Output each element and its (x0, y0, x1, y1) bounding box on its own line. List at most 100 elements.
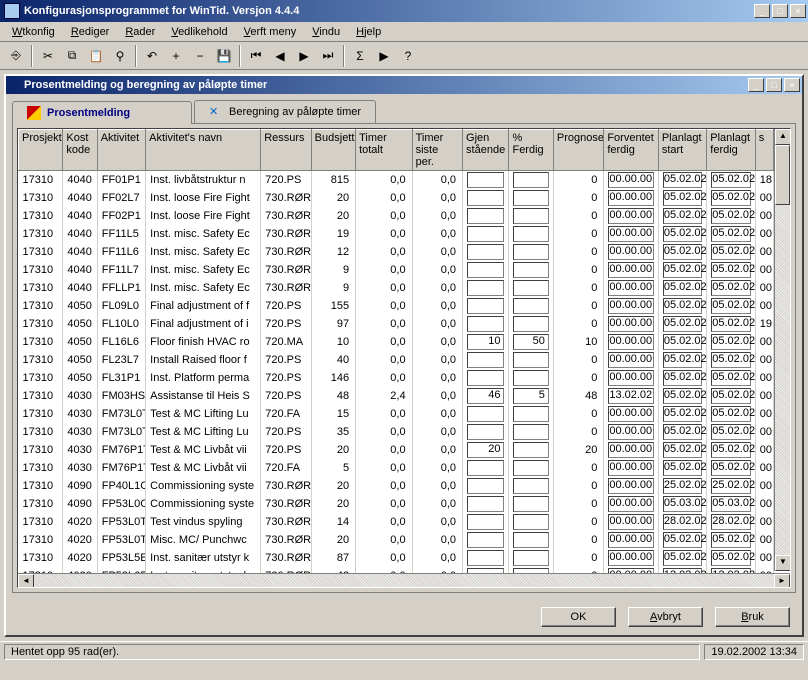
cell-pferdig[interactable]: 05.02.02 (707, 225, 755, 243)
cell-pstart[interactable]: 05.02.02 (658, 405, 706, 423)
cell-pstart[interactable]: 05.02.02 (658, 387, 706, 405)
cell-pf[interactable] (509, 549, 553, 567)
menu-vindu[interactable]: Vindu (304, 24, 348, 40)
cell-pstart[interactable]: 05.02.02 (658, 261, 706, 279)
cell-forv[interactable]: 00.00.00 (604, 351, 659, 369)
copy-button[interactable]: ⧉ (61, 45, 83, 67)
cell-forv[interactable]: 00.00.00 (604, 207, 659, 225)
table-row[interactable]: 173104040FF02P1Inst. loose Fire Fight730… (19, 207, 774, 225)
cell-pstart[interactable]: 05.03.02 (658, 495, 706, 513)
cell-pstart[interactable]: 05.02.02 (658, 243, 706, 261)
cell-forv[interactable]: 00.00.00 (604, 189, 659, 207)
cell-gjen[interactable] (463, 315, 509, 333)
data-grid[interactable]: ProsjektKost kodeAktivitetAktivitet's na… (17, 128, 791, 588)
menu-verft meny[interactable]: Verft meny (236, 24, 305, 40)
table-row[interactable]: 173104030FM03HSAssistanse til Heis S720.… (19, 387, 774, 405)
cell-pf[interactable] (509, 207, 553, 225)
cell-pferdig[interactable]: 05.02.02 (707, 423, 755, 441)
cell-forv[interactable]: 00.00.00 (604, 225, 659, 243)
cell-forv[interactable]: 00.00.00 (604, 423, 659, 441)
table-row[interactable]: 173104030FM73L0TTest & MC Lifting Lu720.… (19, 423, 774, 441)
column-header[interactable]: Planlagt start (658, 130, 706, 171)
cell-pstart[interactable]: 05.02.02 (658, 297, 706, 315)
cell-forv[interactable]: 00.00.00 (604, 549, 659, 567)
cell-pf[interactable]: 50 (509, 333, 553, 351)
cell-gjen[interactable] (463, 207, 509, 225)
cell-pferdig[interactable]: 05.02.02 (707, 261, 755, 279)
table-row[interactable]: 173104040FF11L6Inst. misc. Safety Ec730.… (19, 243, 774, 261)
menu-vedlikehold[interactable]: Vedlikehold (163, 24, 235, 40)
column-header[interactable]: Forventet ferdig (604, 130, 659, 171)
cell-gjen[interactable] (463, 513, 509, 531)
column-header[interactable]: Planlagt ferdig (707, 130, 755, 171)
column-header[interactable]: Gjen stående (463, 130, 509, 171)
table-row[interactable]: 173104020FP53L0TMisc. MC/ Punchwc730.RØR… (19, 531, 774, 549)
menu-wtkonfig[interactable]: Wtkonfig (4, 24, 63, 40)
table-row[interactable]: 173104050FL16L6Floor finish HVAC ro720.M… (19, 333, 774, 351)
cell-pferdig[interactable]: 05.02.02 (707, 387, 755, 405)
column-header[interactable]: Timer siste per. (412, 130, 462, 171)
cell-pferdig[interactable]: 05.02.02 (707, 279, 755, 297)
table-row[interactable]: 173104030FM76P1TTest & MC Livbåt vii720.… (19, 459, 774, 477)
cell-gjen[interactable] (463, 225, 509, 243)
cell-pstart[interactable]: 05.02.02 (658, 189, 706, 207)
cell-gjen[interactable] (463, 351, 509, 369)
last-button[interactable]: ⏭ (317, 45, 339, 67)
cell-pferdig[interactable]: 28.02.02 (707, 513, 755, 531)
cell-pferdig[interactable]: 05.02.02 (707, 549, 755, 567)
cell-gjen[interactable] (463, 261, 509, 279)
menu-rader[interactable]: Rader (117, 24, 163, 40)
cell-gjen[interactable] (463, 495, 509, 513)
scroll-right-icon[interactable]: ► (774, 574, 790, 589)
cell-pstart[interactable]: 05.02.02 (658, 351, 706, 369)
cell-pstart[interactable]: 05.02.02 (658, 459, 706, 477)
table-row[interactable]: 173104030FM76P1TTest & MC Livbåt vii720.… (19, 441, 774, 459)
scroll-up-icon[interactable]: ▲ (775, 129, 791, 145)
cell-pf[interactable] (509, 315, 553, 333)
cell-pf[interactable] (509, 225, 553, 243)
next-button[interactable]: ▶ (293, 45, 315, 67)
table-row[interactable]: 173104050FL23L7Install Raised floor f720… (19, 351, 774, 369)
cell-pferdig[interactable]: 05.02.02 (707, 459, 755, 477)
cell-pf[interactable] (509, 441, 553, 459)
sum-button[interactable]: Σ (349, 45, 371, 67)
cell-pstart[interactable]: 05.02.02 (658, 171, 706, 190)
cell-pferdig[interactable]: 05.02.02 (707, 243, 755, 261)
cell-pferdig[interactable]: 05.02.02 (707, 189, 755, 207)
paste-button[interactable]: 📋 (85, 45, 107, 67)
cell-gjen[interactable] (463, 279, 509, 297)
cell-forv[interactable]: 00.00.00 (604, 369, 659, 387)
table-row[interactable]: 173104030FM73L0TTest & MC Lifting Lu720.… (19, 405, 774, 423)
help-button[interactable]: ? (397, 45, 419, 67)
cell-forv[interactable]: 00.00.00 (604, 297, 659, 315)
child-maximize-button[interactable]: □ (766, 78, 782, 92)
table-row[interactable]: 173104040FF11L7Inst. misc. Safety Ec730.… (19, 261, 774, 279)
column-header[interactable]: Aktivitet (97, 130, 145, 171)
cell-gjen[interactable] (463, 189, 509, 207)
maximize-button[interactable]: □ (772, 4, 788, 18)
column-header[interactable]: Ressurs (261, 130, 311, 171)
cell-pstart[interactable]: 05.02.02 (658, 279, 706, 297)
column-header[interactable]: Kost kode (63, 130, 97, 171)
cell-forv[interactable]: 00.00.00 (604, 171, 659, 190)
cell-gjen[interactable] (463, 297, 509, 315)
cell-pf[interactable] (509, 477, 553, 495)
cell-pf[interactable] (509, 531, 553, 549)
cell-pstart[interactable]: 05.02.02 (658, 441, 706, 459)
table-row[interactable]: 173104090FP40L1CCommissioning syste730.R… (19, 477, 774, 495)
first-button[interactable]: ⏮ (245, 45, 267, 67)
cancel-button[interactable]: Avbryt (628, 607, 703, 627)
cell-forv[interactable]: 13.02.02 (604, 387, 659, 405)
cell-pstart[interactable]: 12.02.02 (658, 567, 706, 573)
scroll-down-icon[interactable]: ▼ (775, 555, 791, 571)
cell-pferdig[interactable]: 05.02.02 (707, 297, 755, 315)
exit-button[interactable]: ⎆ (5, 45, 27, 67)
vertical-scrollbar[interactable]: ▲ ▼ (774, 129, 790, 571)
cell-pf[interactable] (509, 351, 553, 369)
cell-forv[interactable]: 00.00.00 (604, 531, 659, 549)
column-header[interactable]: Budsjett (311, 130, 355, 171)
scroll-left-icon[interactable]: ◄ (18, 574, 34, 589)
child-minimize-button[interactable]: _ (748, 78, 764, 92)
column-header[interactable]: Aktivitet's navn (146, 130, 261, 171)
child-close-button[interactable]: × (784, 78, 800, 92)
